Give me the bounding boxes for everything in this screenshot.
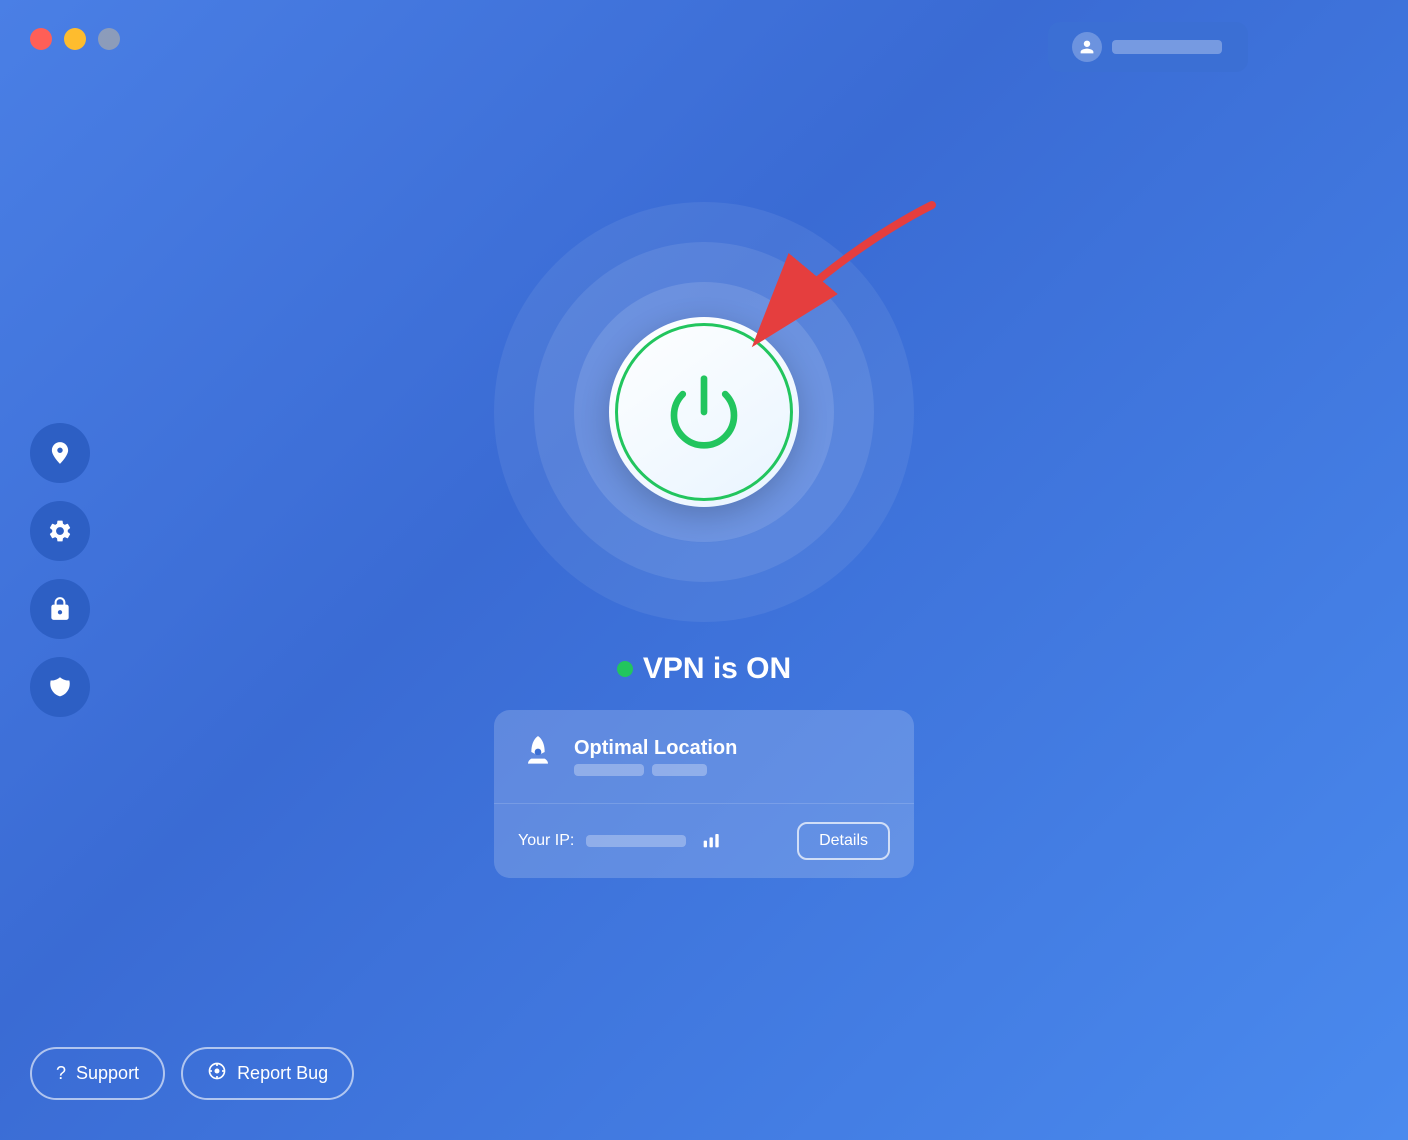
location-subtitle bbox=[574, 764, 737, 776]
location-blur-1 bbox=[574, 764, 644, 776]
sidebar-item-block[interactable] bbox=[30, 657, 90, 717]
minimize-dot[interactable] bbox=[64, 28, 86, 50]
support-icon: ? bbox=[56, 1063, 66, 1084]
location-section: Optimal Location bbox=[494, 710, 914, 804]
vpn-status: VPN is ON bbox=[617, 652, 791, 686]
sidebar-item-security[interactable] bbox=[30, 579, 90, 639]
support-label: Support bbox=[76, 1063, 139, 1084]
details-button[interactable]: Details bbox=[797, 822, 890, 860]
report-bug-label: Report Bug bbox=[237, 1063, 328, 1084]
vpn-power-button[interactable] bbox=[609, 317, 799, 507]
info-card: Optimal Location Your IP: Details bbox=[494, 710, 914, 878]
signal-icon bbox=[702, 829, 722, 854]
maximize-dot[interactable] bbox=[98, 28, 120, 50]
location-title: Optimal Location bbox=[574, 737, 737, 760]
location-blur-2 bbox=[652, 764, 707, 776]
ip-address-redacted bbox=[586, 835, 686, 847]
status-indicator bbox=[617, 661, 633, 677]
user-name-redacted bbox=[1112, 40, 1222, 54]
ip-label: Your IP: bbox=[518, 832, 574, 850]
outer-glow-3 bbox=[494, 202, 914, 622]
rocket-icon bbox=[518, 732, 558, 781]
support-button[interactable]: ? Support bbox=[30, 1047, 165, 1100]
main-content: VPN is ON Optimal Location Your IP: bbox=[494, 262, 914, 878]
user-account-button[interactable] bbox=[1048, 22, 1248, 72]
sidebar bbox=[30, 423, 90, 717]
user-avatar bbox=[1072, 32, 1102, 62]
close-dot[interactable] bbox=[30, 28, 52, 50]
outer-glow-2 bbox=[534, 242, 874, 582]
bottom-bar: ? Support Report Bug bbox=[30, 1047, 354, 1100]
location-info: Optimal Location bbox=[574, 737, 737, 776]
sidebar-item-settings[interactable] bbox=[30, 501, 90, 561]
ip-section: Your IP: Details bbox=[494, 804, 914, 878]
sidebar-item-quickconnect[interactable] bbox=[30, 423, 90, 483]
outer-glow-1 bbox=[574, 282, 834, 542]
vpn-status-label: VPN is ON bbox=[643, 652, 791, 686]
power-icon bbox=[664, 372, 744, 452]
bug-icon bbox=[207, 1061, 227, 1086]
title-bar bbox=[30, 28, 120, 50]
report-bug-button[interactable]: Report Bug bbox=[181, 1047, 354, 1100]
